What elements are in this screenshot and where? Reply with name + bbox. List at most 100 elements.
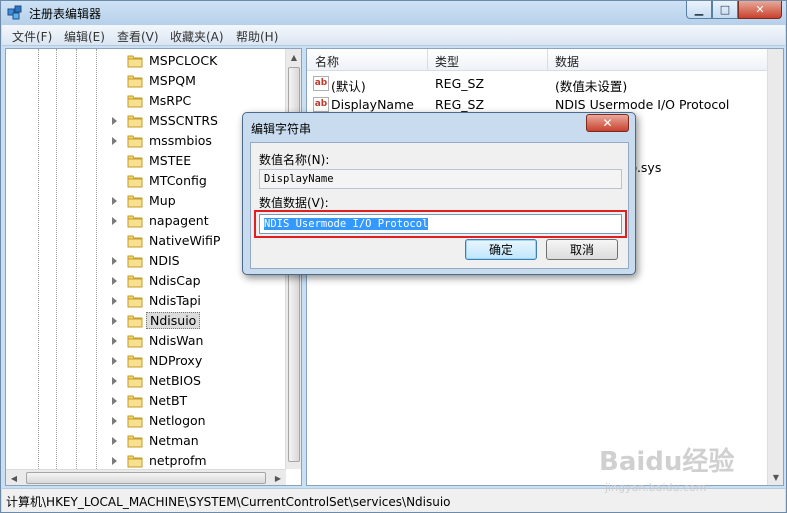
tree-node-label[interactable]: MTConfig (146, 173, 210, 188)
folder-icon (127, 315, 143, 328)
column-divider[interactable] (547, 49, 548, 71)
expand-arrow-icon[interactable] (112, 257, 117, 265)
tree-node-label[interactable]: MSPQM (146, 73, 199, 88)
column-divider[interactable] (427, 49, 428, 71)
scroll-left-icon[interactable]: ◀ (6, 470, 22, 485)
tree-node[interactable]: MSPQM (6, 71, 286, 91)
expand-arrow-icon[interactable] (112, 297, 117, 305)
tree-node[interactable]: MsRPC (6, 91, 286, 111)
tree-node-label[interactable]: mssmbios (146, 133, 215, 148)
folder-icon (127, 175, 143, 188)
expand-arrow-icon[interactable] (112, 137, 117, 145)
dialog-close-button[interactable]: ✕ (586, 114, 629, 132)
menu-file[interactable]: 文件(F) (12, 28, 52, 45)
value-data-label: 数值数据(V): (259, 196, 329, 210)
tree-node-label[interactable]: MSSCNTRS (146, 113, 221, 128)
folder-icon (127, 415, 143, 428)
expand-arrow-icon[interactable] (112, 337, 117, 345)
folder-icon (127, 235, 143, 248)
expand-arrow-icon[interactable] (112, 197, 117, 205)
expand-arrow-icon[interactable] (112, 377, 117, 385)
expand-arrow-icon[interactable] (112, 357, 117, 365)
list-header: 名称 类型 数据 (307, 49, 783, 71)
folder-icon (127, 195, 143, 208)
folder-icon (127, 115, 143, 128)
tree-node-label[interactable]: Netman (146, 433, 202, 448)
value-data-cell: (数值未设置) (555, 79, 628, 94)
scroll-down-icon[interactable]: ▼ (768, 469, 783, 485)
column-name-header[interactable]: 名称 (315, 53, 339, 70)
tree-node[interactable]: Netlogon (6, 411, 286, 431)
tree-node-label[interactable]: NdisCap (146, 273, 204, 288)
tree-node[interactable]: netprofm (6, 451, 286, 471)
folder-icon (127, 395, 143, 408)
tree-node-label[interactable]: NDProxy (146, 353, 205, 368)
value-data-input[interactable]: NDIS Usermode I/O Protocol (259, 214, 622, 234)
tree-node-label[interactable]: NDIS (146, 253, 183, 268)
tree-node[interactable]: Netman (6, 431, 286, 451)
folder-icon (127, 75, 143, 88)
value-name-text: DisplayName (264, 173, 334, 185)
ok-button[interactable]: 确定 (465, 239, 537, 260)
folder-icon (127, 375, 143, 388)
watermark-url: jingyan.baidu.com (605, 481, 707, 494)
tree-node[interactable]: NetBIOS (6, 371, 286, 391)
value-row[interactable]: ab (默认) REG_SZ (数值未设置) (307, 73, 783, 94)
expand-arrow-icon[interactable] (112, 317, 117, 325)
tree-node-label[interactable]: MsRPC (146, 93, 194, 108)
expand-arrow-icon[interactable] (112, 417, 117, 425)
tree-node[interactable]: NDProxy (6, 351, 286, 371)
value-name-field: DisplayName (259, 169, 622, 189)
tree-node-label[interactable]: NdisWan (146, 333, 206, 348)
tree-node-label[interactable]: MSTEE (146, 153, 194, 168)
folder-icon (127, 55, 143, 68)
expand-arrow-icon[interactable] (112, 217, 117, 225)
value-name-cell: (默认) (331, 79, 366, 94)
tree-node-label[interactable]: NetBIOS (146, 373, 204, 388)
cancel-button[interactable]: 取消 (546, 239, 618, 260)
dialog-body: 数值名称(N): DisplayName 数值数据(V): NDIS Userm… (250, 142, 629, 269)
column-data-header[interactable]: 数据 (555, 53, 579, 70)
tree-node-label[interactable]: MSPCLOCK (146, 53, 220, 68)
expand-arrow-icon[interactable] (112, 397, 117, 405)
tree-node-label[interactable]: Netlogon (146, 413, 209, 428)
tree-node-label[interactable]: NativeWifiP (146, 233, 223, 248)
tree-node-label[interactable]: Mup (146, 193, 179, 208)
folder-icon (127, 215, 143, 228)
close-icon: ✕ (602, 116, 613, 130)
value-data-text: NDIS Usermode I/O Protocol (264, 218, 429, 230)
tree-hscroll-thumb[interactable] (26, 472, 266, 484)
tree-node-label[interactable]: napagent (146, 213, 212, 228)
menu-edit[interactable]: 编辑(E) (64, 28, 105, 45)
tree-node[interactable]: MSPCLOCK (6, 51, 286, 71)
maximize-icon: □ (719, 3, 731, 16)
tree-node-label[interactable]: Ndisuio (146, 312, 201, 329)
expand-arrow-icon[interactable] (112, 117, 117, 125)
window-title: 注册表编辑器 (29, 7, 102, 21)
scroll-up-icon[interactable]: ▲ (286, 49, 301, 65)
menu-favorites[interactable]: 收藏夹(A) (170, 28, 224, 45)
value-data-cell: NDIS Usermode I/O Protocol (555, 97, 730, 112)
expand-arrow-icon[interactable] (112, 277, 117, 285)
scroll-right-icon[interactable]: ▶ (270, 470, 286, 485)
maximize-button[interactable]: □ (712, 1, 738, 19)
folder-icon (127, 155, 143, 168)
tree-node-label[interactable]: netprofm (146, 453, 210, 468)
list-vertical-scrollbar[interactable]: ▼ (767, 49, 783, 485)
folder-icon (127, 435, 143, 448)
folder-icon (127, 255, 143, 268)
expand-arrow-icon[interactable] (112, 437, 117, 445)
menu-help[interactable]: 帮助(H) (236, 28, 278, 45)
tree-node[interactable]: NdisTapi (6, 291, 286, 311)
close-button[interactable]: ✕ (738, 1, 782, 19)
menu-view[interactable]: 查看(V) (117, 28, 159, 45)
tree-node-label[interactable]: NetBT (146, 393, 190, 408)
minimize-button[interactable]: ▁ (686, 1, 712, 19)
expand-arrow-icon[interactable] (112, 457, 117, 465)
tree-node[interactable]: Ndisuio (6, 311, 286, 331)
tree-node[interactable]: NetBT (6, 391, 286, 411)
column-type-header[interactable]: 类型 (435, 53, 459, 70)
tree-horizontal-scrollbar[interactable]: ◀ ▶ (6, 469, 286, 485)
tree-node[interactable]: NdisWan (6, 331, 286, 351)
tree-node-label[interactable]: NdisTapi (146, 293, 204, 308)
